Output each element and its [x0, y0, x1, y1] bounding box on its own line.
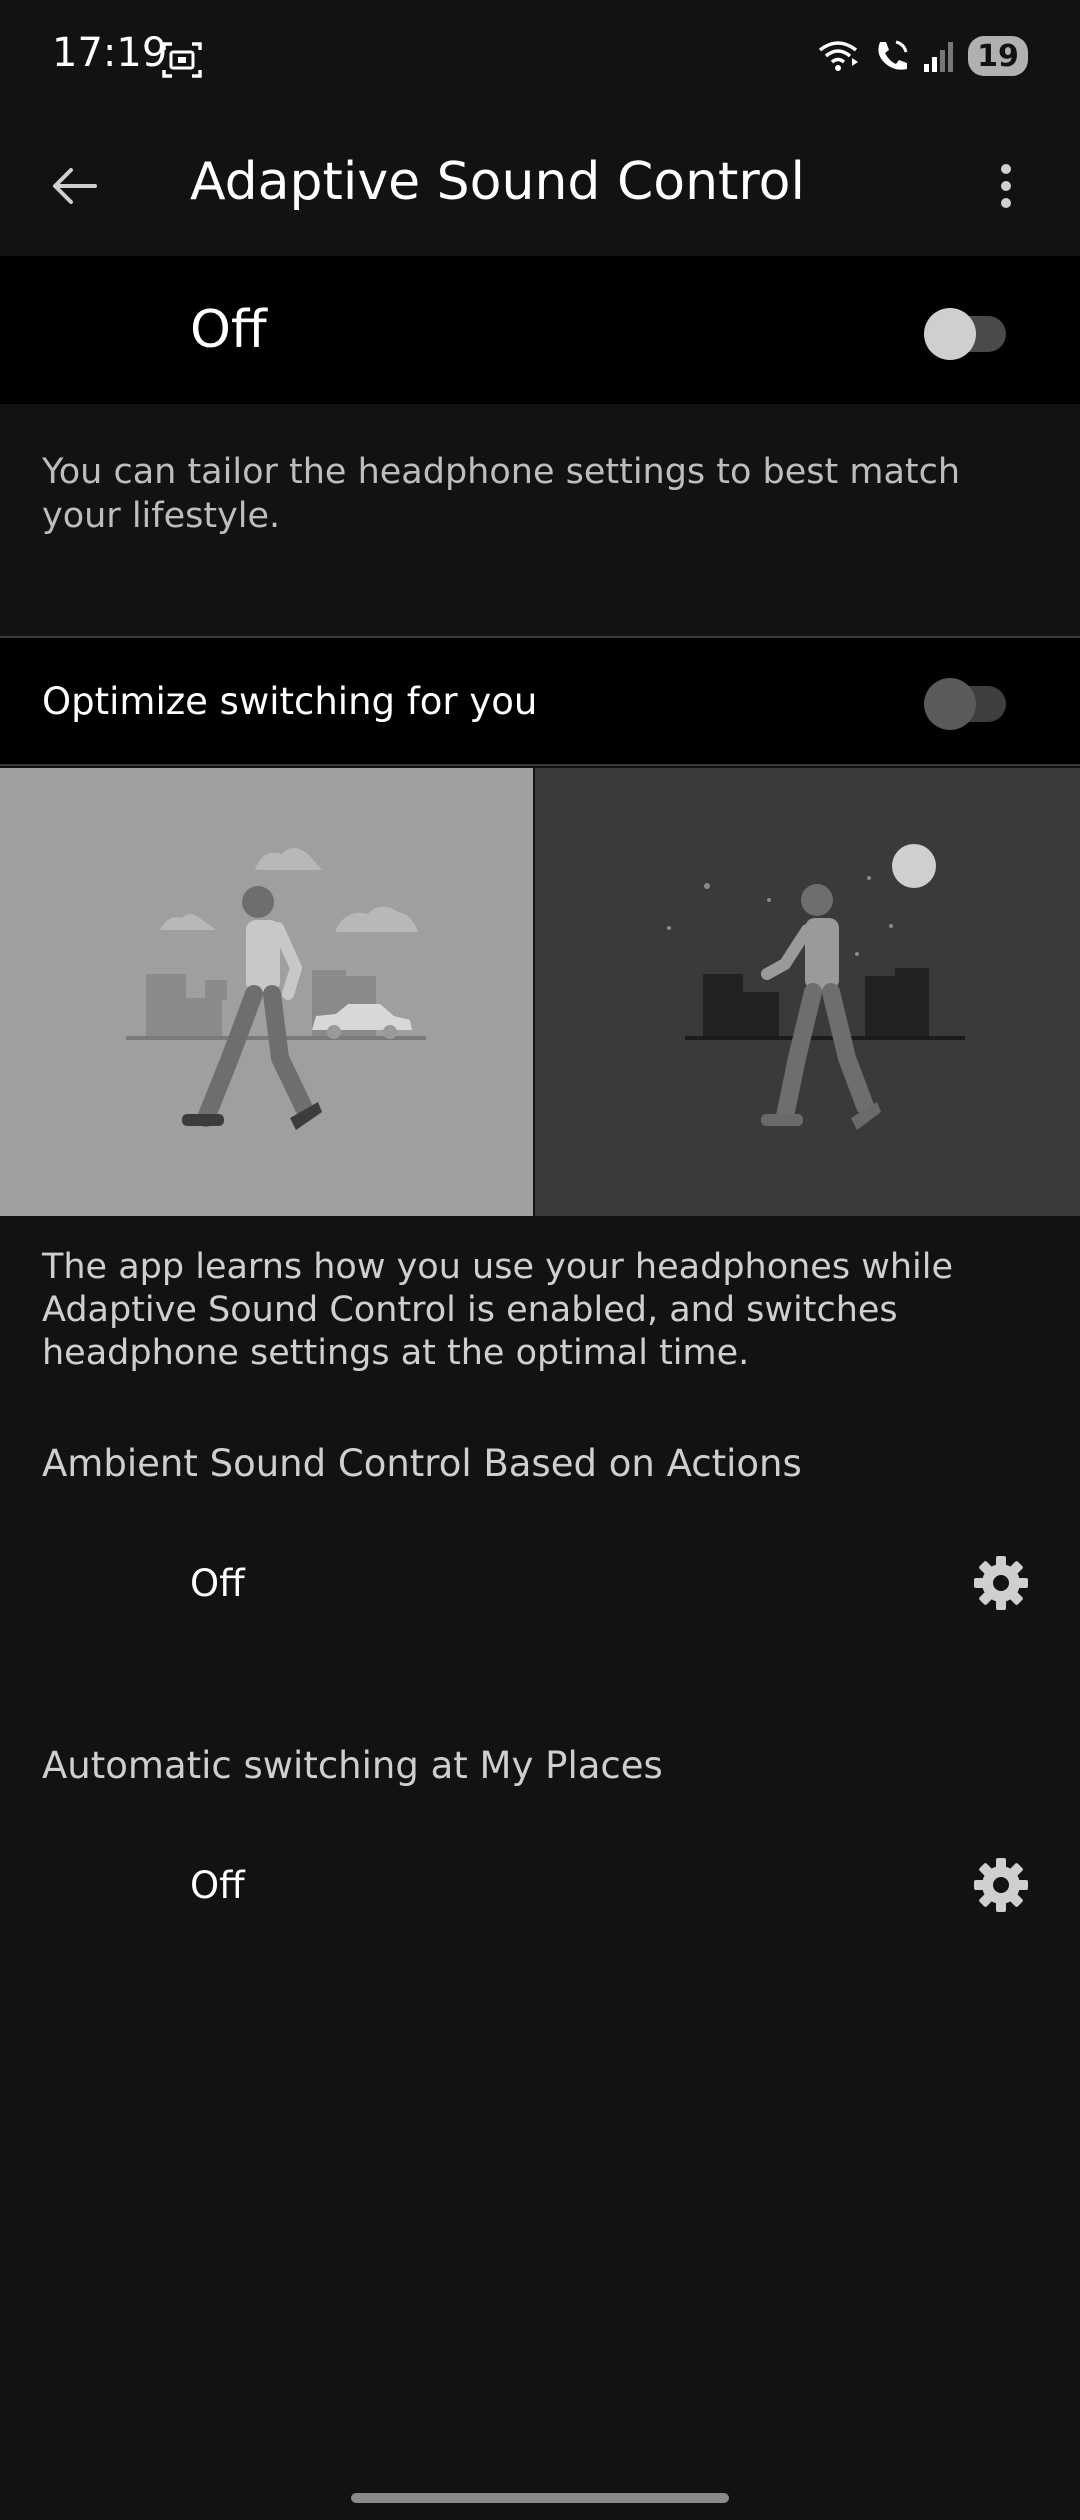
ambient-sound-value[interactable]: Off — [190, 1562, 245, 1605]
daytime-illustration — [0, 768, 533, 1216]
signal-icon — [922, 38, 958, 74]
info-text: The app learns how you use your headphon… — [42, 1247, 953, 1373]
gear-icon — [972, 1856, 1030, 1918]
ambient-sound-settings-button[interactable] — [968, 1552, 1034, 1618]
screenshot-icon — [160, 38, 204, 82]
description-text: You can tailor the headphone settings to… — [42, 452, 961, 536]
app-bar: Adaptive Sound Control — [0, 120, 1080, 256]
battery-icon: 19 — [968, 36, 1028, 76]
arrow-left-icon — [51, 166, 97, 210]
optimize-toggle-switch[interactable] — [924, 678, 1006, 730]
back-button[interactable] — [36, 150, 112, 226]
master-toggle-switch[interactable] — [924, 308, 1006, 360]
toggle-thumb — [924, 678, 976, 730]
section-title-ambient-sound: Ambient Sound Control Based on Actions — [42, 1442, 802, 1485]
optimize-switching-label: Optimize switching for you — [42, 680, 538, 723]
status-bar: 17:19 19 — [0, 0, 1080, 120]
status-time: 17:19 — [52, 30, 168, 76]
master-switch-row[interactable]: Off — [0, 256, 1080, 404]
my-places-value[interactable]: Off — [190, 1864, 245, 1907]
screen: 17:19 19 Adaptive Sound Control Off You … — [0, 0, 1080, 2520]
status-icons: 19 — [818, 36, 1028, 76]
gear-icon — [972, 1554, 1030, 1616]
page-title: Adaptive Sound Control — [190, 152, 805, 212]
master-switch-label: Off — [190, 300, 267, 360]
optimize-switching-row[interactable]: Optimize switching for you — [0, 638, 1080, 764]
wifi-calling-icon — [818, 38, 862, 74]
home-indicator[interactable] — [351, 2493, 729, 2503]
my-places-settings-button[interactable] — [968, 1854, 1034, 1920]
nighttime-illustration — [535, 768, 1080, 1216]
section-title-my-places: Automatic switching at My Places — [42, 1744, 663, 1787]
divider — [0, 764, 1080, 766]
call-icon — [872, 38, 912, 74]
more-options-button[interactable] — [968, 150, 1044, 226]
more-vertical-icon — [1000, 163, 1012, 213]
toggle-thumb — [924, 308, 976, 360]
